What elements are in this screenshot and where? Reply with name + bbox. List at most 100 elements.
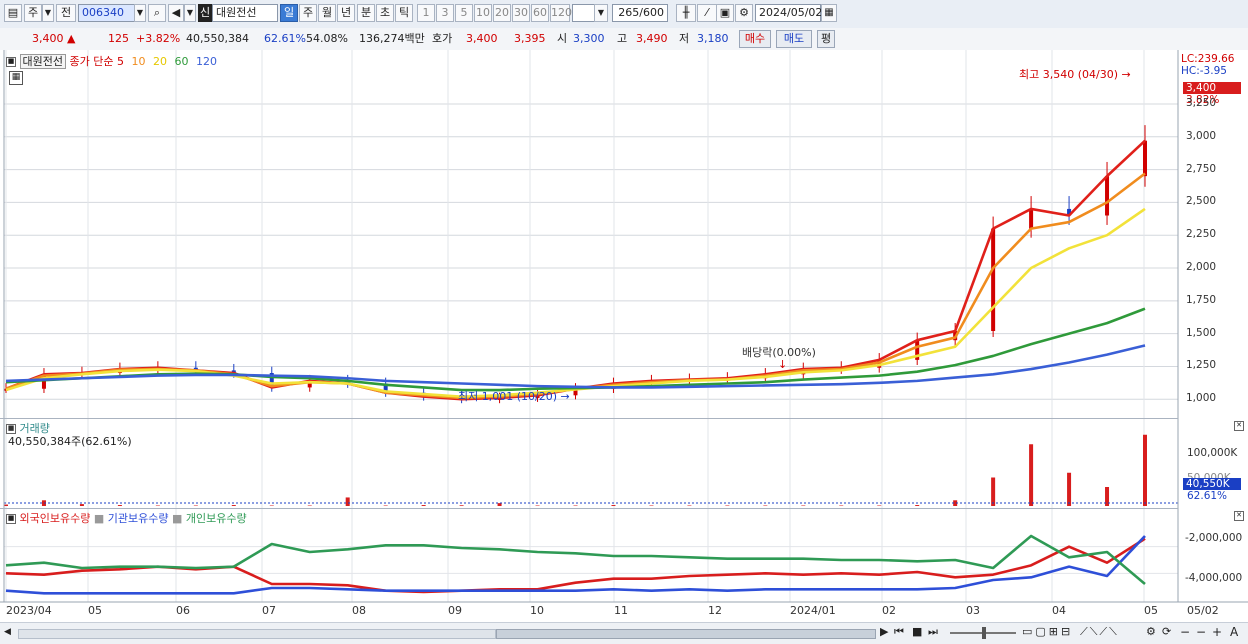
holdings-close-icon[interactable]: ✕: [1234, 511, 1244, 521]
price-change-pct: +3.82%: [136, 31, 180, 47]
period-second-button[interactable]: 초: [376, 4, 394, 22]
stock-code-input[interactable]: 006340: [78, 4, 136, 22]
volume-close-icon[interactable]: ✕: [1234, 421, 1244, 431]
stock-name-value: 대원전선: [216, 6, 256, 19]
low-price: 3,180: [697, 31, 729, 47]
volume-bar: [232, 505, 236, 506]
chart-canvas[interactable]: [0, 50, 1248, 622]
price-tick-label: 2,000: [1186, 261, 1216, 273]
interval-10-button[interactable]: 10: [474, 4, 492, 22]
current-price: 3,400 ▲: [32, 31, 75, 47]
period-year-button[interactable]: 년: [337, 4, 355, 22]
ma20-label: 20: [153, 55, 167, 68]
interval-1-button[interactable]: 1: [417, 4, 435, 22]
open-label: 시: [557, 31, 567, 47]
stock-code-value: 006340: [82, 6, 124, 19]
period-week-button[interactable]: 주: [299, 4, 317, 22]
period-minute-button[interactable]: 분: [357, 4, 375, 22]
calendar-icon[interactable]: ▦: [821, 4, 837, 22]
ma120-label: 120: [196, 55, 217, 68]
panel-collapse-icon[interactable]: ■: [6, 57, 16, 67]
legend-institution: 기관보유수량: [108, 512, 169, 525]
interval-20-button[interactable]: 20: [493, 4, 511, 22]
date-axis-label: 12: [708, 604, 722, 617]
interval-120-button[interactable]: 120: [550, 4, 570, 22]
toolbar: ▤ 주 ▼ 전 006340 ▼ ⌕ ◀ ▼ 신 대원전선 일 주 월 년 분 …: [0, 0, 1248, 29]
price-tick-label: 3,250: [1186, 97, 1216, 109]
interval-60-button[interactable]: 60: [531, 4, 549, 22]
interval-20-label: 20: [495, 6, 509, 19]
holdings-collapse-icon[interactable]: ■: [6, 514, 16, 524]
date-axis-label: 05: [88, 604, 102, 617]
period-day-label: 일: [284, 6, 294, 19]
custom-interval-dropdown-icon[interactable]: ▼: [594, 4, 608, 22]
count-value: 265: [618, 6, 639, 19]
font-size-icon[interactable]: A: [1230, 625, 1238, 639]
grid-toggle-icon[interactable]: ▦: [9, 71, 23, 85]
volume-bar: [422, 505, 426, 506]
volume-value-text: 40,550,384주(62.61%): [8, 433, 132, 449]
forward-icon[interactable]: ⏭: [928, 625, 938, 639]
date-axis-label: 05/02: [1187, 604, 1219, 617]
scroll-track[interactable]: [18, 629, 496, 639]
current-price-tag: 3,400: [1183, 82, 1241, 94]
prev-button[interactable]: 전: [56, 4, 76, 22]
window-menu-icon[interactable]: ▤: [4, 4, 22, 22]
price-tick-label: 2,500: [1186, 195, 1216, 207]
current-price-value: 3,400: [32, 32, 64, 45]
holdings-legend: ■ 외국인보유수량 ■ 기관보유수량 ■ 개인보유수량: [6, 510, 247, 526]
sell-button[interactable]: 매도: [776, 30, 812, 48]
open-price: 3,300: [573, 31, 605, 47]
interval-30-button[interactable]: 30: [512, 4, 530, 22]
period-month-button[interactable]: 월: [318, 4, 336, 22]
period-second-label: 초: [380, 6, 390, 19]
gear-small-icon[interactable]: ⚙: [1146, 625, 1156, 638]
price-tick-label: 1,500: [1186, 327, 1216, 339]
scroll-right-icon[interactable]: ▶: [880, 625, 888, 638]
save-icon[interactable]: ▣: [716, 4, 734, 22]
zoom-out-icon[interactable]: −: [1180, 625, 1190, 639]
search-icon[interactable]: ⌕: [148, 4, 166, 22]
draw-tool-icons[interactable]: ⟋⟍⟋⟍: [1080, 625, 1119, 639]
zoom-in-icon[interactable]: +: [1212, 625, 1222, 639]
candle-type-icon[interactable]: ╫: [676, 4, 696, 22]
refresh-icon[interactable]: ⟳: [1162, 625, 1171, 638]
ma60-label: 60: [174, 55, 188, 68]
dividend-arrow-icon: ↓: [778, 358, 787, 371]
high-annotation-text: 최고 3,540 (04/30): [1019, 68, 1118, 81]
volume-bar: [611, 505, 615, 506]
volume-bar: [498, 503, 502, 506]
type-dropdown-icon[interactable]: ▼: [42, 4, 54, 22]
interval-3-label: 3: [442, 6, 449, 19]
buy-button[interactable]: 매수: [739, 30, 771, 48]
flat-button[interactable]: 평: [817, 30, 835, 48]
interval-3-button[interactable]: 3: [436, 4, 454, 22]
period-tick-button[interactable]: 틱: [395, 4, 413, 22]
low-label: 저: [679, 31, 689, 47]
stop-icon[interactable]: ■: [912, 625, 922, 638]
scroll-left-icon[interactable]: ◀: [4, 627, 14, 639]
candle-body: [1143, 141, 1147, 176]
view-mode-icons[interactable]: ▭▢⊞⊟: [1022, 625, 1073, 638]
period-day-button[interactable]: 일: [280, 4, 298, 22]
type-label: 주: [28, 6, 38, 19]
date-input[interactable]: 2024/05/02: [755, 4, 821, 22]
volume-bar: [80, 504, 84, 506]
zoom-slider-handle[interactable]: [982, 627, 986, 639]
legend-foreign: 외국인보유수량: [20, 512, 91, 525]
stock-name-field[interactable]: 대원전선: [212, 4, 278, 22]
gear-icon[interactable]: ⚙: [735, 4, 753, 22]
speaker-dropdown-icon[interactable]: ▼: [184, 4, 196, 22]
date-axis-label: 08: [352, 604, 366, 617]
count-input[interactable]: 265/600: [612, 4, 668, 22]
speaker-icon[interactable]: ◀: [168, 4, 184, 22]
type-select[interactable]: 주: [24, 4, 42, 22]
rewind-icon[interactable]: ⏮: [894, 625, 904, 639]
scroll-thumb[interactable]: [496, 629, 876, 639]
interval-5-button[interactable]: 5: [455, 4, 473, 22]
zoom-minus-icon[interactable]: −: [1196, 625, 1206, 639]
line-draw-icon[interactable]: ⁄: [697, 4, 717, 22]
code-dropdown-icon[interactable]: ▼: [134, 4, 146, 22]
date-axis-label: 03: [966, 604, 980, 617]
interval-30-label: 30: [514, 6, 528, 19]
